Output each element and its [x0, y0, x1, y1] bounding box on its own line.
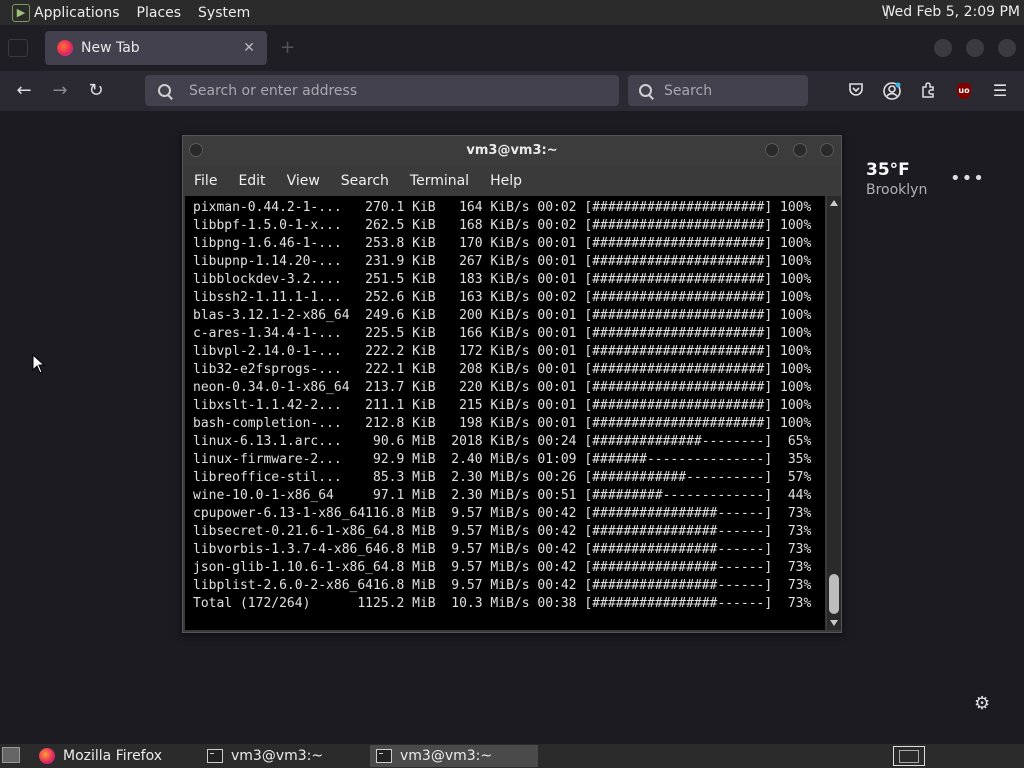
new-tab-button[interactable]: + [280, 37, 295, 58]
menu-help[interactable]: Help [490, 173, 522, 189]
terminal-window[interactable]: vm3@vm3:~ File Edit View Search Terminal… [182, 135, 842, 633]
terminal-icon [207, 749, 223, 763]
scroll-down-icon[interactable] [830, 620, 838, 626]
terminal-line: neon-0.34.0-1-x86_64 213.7 KiB 220 KiB/s… [193, 380, 812, 395]
terminal-title: vm3@vm3:~ [466, 143, 558, 158]
maximize-button[interactable] [793, 143, 807, 157]
terminal-line: libbpf-1.5.0-1-x... 262.5 KiB 168 KiB/s … [193, 218, 812, 233]
tab-new-tab[interactable]: New Tab ✕ [45, 31, 267, 65]
terminal-line: libsecret-0.21.6-1-x86_64.8 MiB 9.57 MiB… [193, 524, 812, 539]
terminal-line: bash-completion-... 212.8 KiB 198 KiB/s … [193, 416, 812, 431]
back-icon[interactable]: ← [10, 77, 38, 105]
taskbar-item-label: vm3@vm3:~ [231, 748, 324, 764]
menu-edit[interactable]: Edit [238, 173, 265, 189]
clock[interactable]: Wed Feb 5, 2:09 PM [882, 4, 1020, 20]
pocket-icon[interactable] [846, 81, 866, 101]
terminal-line: linux-6.13.1.arc... 90.6 MiB 2018 KiB/s … [193, 434, 812, 449]
terminal-line: libvorbis-1.3.7-4-x86_646.8 MiB 9.57 MiB… [193, 542, 812, 557]
taskbar-item-terminal-active[interactable]: vm3@vm3:~ [370, 745, 538, 767]
more-options-icon[interactable]: ••• [950, 168, 985, 189]
terminal-line: libblockdev-3.2.... 251.5 KiB 183 KiB/s … [193, 272, 812, 287]
maximize-button[interactable] [966, 39, 984, 57]
window-close-button[interactable] [998, 39, 1016, 57]
tab-strip: New Tab ✕ + [0, 25, 1024, 71]
taskbar-item-terminal[interactable]: vm3@vm3:~ [201, 745, 366, 767]
navigation-bar: ← → ↻ uo ☰ [0, 71, 1024, 111]
terminal-line: json-glib-1.10.6-1-x86_64.8 MiB 9.57 MiB… [193, 560, 812, 575]
tab-list-icon[interactable] [8, 39, 28, 57]
show-desktop-icon[interactable] [2, 747, 20, 763]
terminal-line: wine-10.0-1-x86_64 97.1 MiB 2.30 MiB/s 0… [193, 488, 812, 503]
extensions-icon[interactable] [918, 81, 938, 101]
search-input[interactable] [662, 81, 796, 100]
taskbar-item-label: vm3@vm3:~ [400, 748, 493, 764]
terminal-line: libssh2-1.11.1-1... 252.6 KiB 163 KiB/s … [193, 290, 812, 305]
search-icon [157, 83, 173, 99]
scroll-up-icon[interactable] [830, 200, 838, 206]
menu-icon[interactable]: ☰ [990, 81, 1010, 101]
terminal-icon [376, 749, 392, 763]
terminal-line: blas-3.12.1-2-x86_64 249.6 KiB 200 KiB/s… [193, 308, 812, 323]
scrollbar-thumb[interactable] [829, 574, 839, 614]
menu-system[interactable]: System [198, 5, 250, 21]
terminal-line: linux-firmware-2... 92.9 MiB 2.40 MiB/s … [193, 452, 812, 467]
account-icon[interactable] [882, 81, 902, 101]
search-icon [638, 83, 654, 99]
terminal-line: pixman-0.44.2-1-... 270.1 KiB 164 KiB/s … [193, 200, 812, 215]
terminal-line: libplist-2.6.0-2-x86_6416.8 MiB 9.57 MiB… [193, 578, 812, 593]
close-button[interactable] [820, 143, 834, 157]
gear-icon[interactable]: ⚙ [974, 693, 990, 714]
terminal-line: c-ares-1.34.4-1-... 225.5 KiB 166 KiB/s … [193, 326, 812, 341]
menu-search[interactable]: Search [341, 173, 389, 189]
terminal-menubar: File Edit View Search Terminal Help [183, 166, 841, 196]
terminal-line: libupnp-1.14.20-... 231.9 KiB 267 KiB/s … [193, 254, 812, 269]
distro-logo-icon[interactable]: ▶ [12, 3, 30, 22]
minimize-button[interactable] [934, 39, 952, 57]
terminal-line: libpng-1.6.46-1-... 253.8 KiB 170 KiB/s … [193, 236, 812, 251]
terminal-line: Total (172/264) 1125.2 MiB 10.3 MiB/s 00… [193, 596, 812, 611]
terminal-line: libvpl-2.14.0-1-... 222.2 KiB 172 KiB/s … [193, 344, 812, 359]
terminal-line: lib32-e2fsprogs-... 222.1 KiB 208 KiB/s … [193, 362, 812, 377]
reload-icon[interactable]: ↻ [82, 77, 110, 105]
system-panel: ▶ Applications Places System Wed Feb 5, … [0, 0, 1024, 25]
menu-view[interactable]: View [287, 173, 320, 189]
taskbar: Mozilla Firefox vm3@vm3:~ vm3@vm3:~ [0, 744, 1024, 768]
menu-terminal[interactable]: Terminal [410, 173, 469, 189]
terminal-line: libreoffice-stil... 85.3 MiB 2.30 MiB/s … [193, 470, 812, 485]
forward-icon[interactable]: → [46, 77, 74, 105]
terminal-titlebar[interactable]: vm3@vm3:~ [183, 136, 841, 166]
weather-temperature: 35°F [866, 160, 910, 180]
firefox-icon [39, 748, 55, 764]
terminal-line: libxslt-1.1.42-2... 211.1 KiB 215 KiB/s … [193, 398, 812, 413]
minimize-button[interactable] [765, 143, 779, 157]
menu-applications[interactable]: Applications [34, 5, 120, 21]
workspace-switcher[interactable] [893, 746, 925, 766]
terminal-output[interactable]: pixman-0.44.2-1-... 270.1 KiB 164 KiB/s … [185, 196, 825, 630]
weather-widget[interactable]: 35°F Brooklyn [866, 160, 927, 198]
firefox-icon [57, 40, 73, 56]
close-icon[interactable]: ✕ [239, 40, 259, 56]
taskbar-item-label: Mozilla Firefox [63, 748, 163, 764]
search-bar[interactable] [628, 75, 808, 106]
terminal-line: cpupower-6.13-1-x86_64116.8 MiB 9.57 MiB… [193, 506, 812, 521]
menu-file[interactable]: File [194, 173, 217, 189]
menu-places[interactable]: Places [137, 5, 182, 21]
terminal-scrollbar[interactable] [827, 196, 841, 630]
url-input[interactable] [187, 81, 591, 100]
window-menu-icon[interactable] [189, 143, 203, 157]
ublock-icon[interactable]: uo [957, 83, 971, 99]
tab-title: New Tab [81, 40, 140, 56]
weather-city: Brooklyn [866, 182, 928, 198]
url-bar[interactable] [145, 75, 619, 106]
taskbar-item-firefox[interactable]: Mozilla Firefox [33, 745, 193, 767]
